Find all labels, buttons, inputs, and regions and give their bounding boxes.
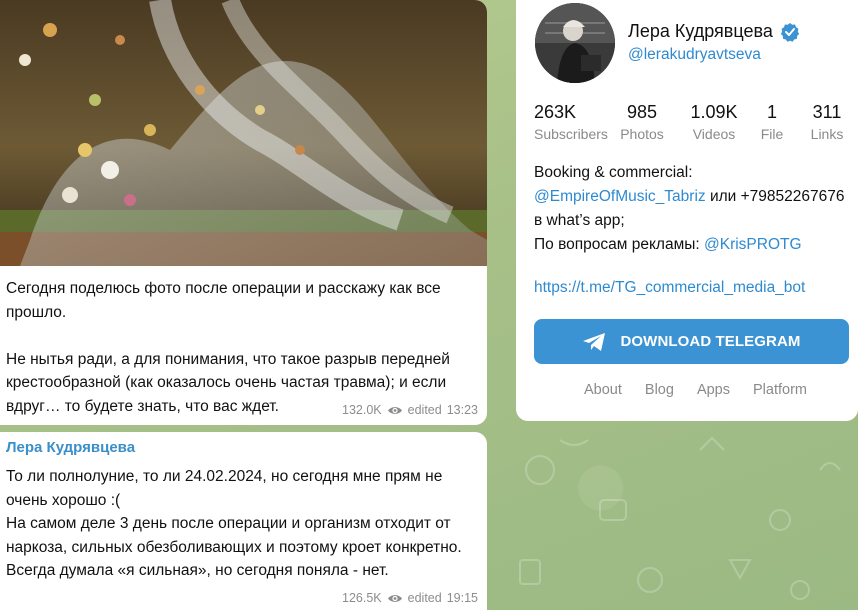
channel-card: Лера Кудрявцева @lerakudryavtseva 263K S… bbox=[516, 0, 858, 421]
post-meta: 132.0K edited 13:23 bbox=[342, 403, 478, 417]
stat-value: 1 bbox=[766, 102, 777, 122]
stat-label: Links bbox=[810, 126, 844, 142]
stat-label: Photos bbox=[620, 126, 664, 142]
download-telegram-button[interactable]: DOWNLOAD TELEGRAM bbox=[534, 319, 849, 364]
footer-link-blog[interactable]: Blog bbox=[645, 382, 674, 398]
message-author[interactable]: Лера Кудрявцева bbox=[6, 439, 135, 456]
description-line: @EmpireOfMusic_Tabriz или +79852267676 bbox=[534, 185, 850, 209]
channel-title-row: Лера Кудрявцева bbox=[628, 21, 800, 42]
message-feed[interactable]: Сегодня поделюсь фото после операции и р… bbox=[0, 0, 487, 610]
description-line: По вопросам рекламы: @KrisPROTG bbox=[534, 233, 850, 257]
stat-files[interactable]: 1 File bbox=[750, 101, 794, 145]
stat-label: Subscribers bbox=[534, 126, 608, 142]
booking-link[interactable]: @EmpireOfMusic_Tabriz bbox=[534, 188, 706, 205]
post-time[interactable]: 13:23 bbox=[447, 403, 478, 417]
verified-icon bbox=[780, 22, 799, 42]
message-bubble: Лера Кудрявцева То ли полнолуние, то ли … bbox=[0, 432, 487, 610]
channel-description: Booking & commercial: @EmpireOfMusic_Tab… bbox=[534, 161, 850, 257]
bot-url-link[interactable]: https://t.me/TG_commercial_media_bot bbox=[534, 279, 805, 297]
message-bubble: Сегодня поделюсь фото после операции и р… bbox=[0, 0, 487, 425]
stat-links[interactable]: 311 Links bbox=[794, 101, 858, 145]
stat-value: 263K bbox=[534, 102, 577, 122]
stat-value: 311 bbox=[812, 102, 842, 122]
description-line: в what’s app; bbox=[534, 212, 625, 229]
channel-stats: 263K Subscribers 985 Photos 1.09K Videos… bbox=[534, 101, 858, 145]
stat-label: Videos bbox=[692, 126, 736, 142]
ads-link[interactable]: @KrisPROTG bbox=[704, 236, 802, 253]
footer-link-about[interactable]: About bbox=[584, 382, 622, 398]
stat-label: File bbox=[760, 126, 784, 142]
telegram-plane-icon bbox=[583, 332, 606, 351]
ads-prefix: По вопросам рекламы: bbox=[534, 236, 704, 253]
description-line: Booking & commercial: bbox=[534, 164, 693, 181]
post-text: Сегодня поделюсь фото после операции и р… bbox=[6, 280, 450, 415]
post-meta: 126.5K edited 19:15 bbox=[342, 591, 478, 605]
view-count: 126.5K bbox=[342, 591, 382, 605]
phone-text: или +79852267676 bbox=[705, 188, 845, 205]
stat-videos[interactable]: 1.09K Videos bbox=[678, 101, 750, 145]
channel-handle[interactable]: @lerakudryavtseva bbox=[628, 46, 761, 64]
footer-link-platform[interactable]: Platform bbox=[753, 382, 807, 398]
download-label: DOWNLOAD TELEGRAM bbox=[620, 333, 801, 350]
post-time[interactable]: 19:15 bbox=[447, 591, 478, 605]
channel-title: Лера Кудрявцева bbox=[628, 21, 773, 41]
post-photo[interactable] bbox=[0, 0, 487, 266]
edited-label: edited bbox=[407, 403, 442, 417]
stat-subscribers: 263K Subscribers bbox=[534, 101, 608, 145]
edited-label: edited bbox=[407, 591, 442, 605]
eye-icon bbox=[387, 594, 402, 602]
stat-value: 985 bbox=[626, 102, 658, 122]
view-count: 132.0K bbox=[342, 403, 382, 417]
stat-value: 1.09K bbox=[690, 102, 738, 122]
footer-links: About Blog Apps Platform bbox=[584, 382, 807, 398]
stat-photos[interactable]: 985 Photos bbox=[606, 101, 678, 145]
post-text: То ли полнолуние, то ли 24.02.2024, но с… bbox=[6, 468, 462, 579]
eye-icon bbox=[387, 406, 402, 414]
channel-avatar[interactable] bbox=[535, 3, 615, 83]
footer-link-apps[interactable]: Apps bbox=[697, 382, 730, 398]
